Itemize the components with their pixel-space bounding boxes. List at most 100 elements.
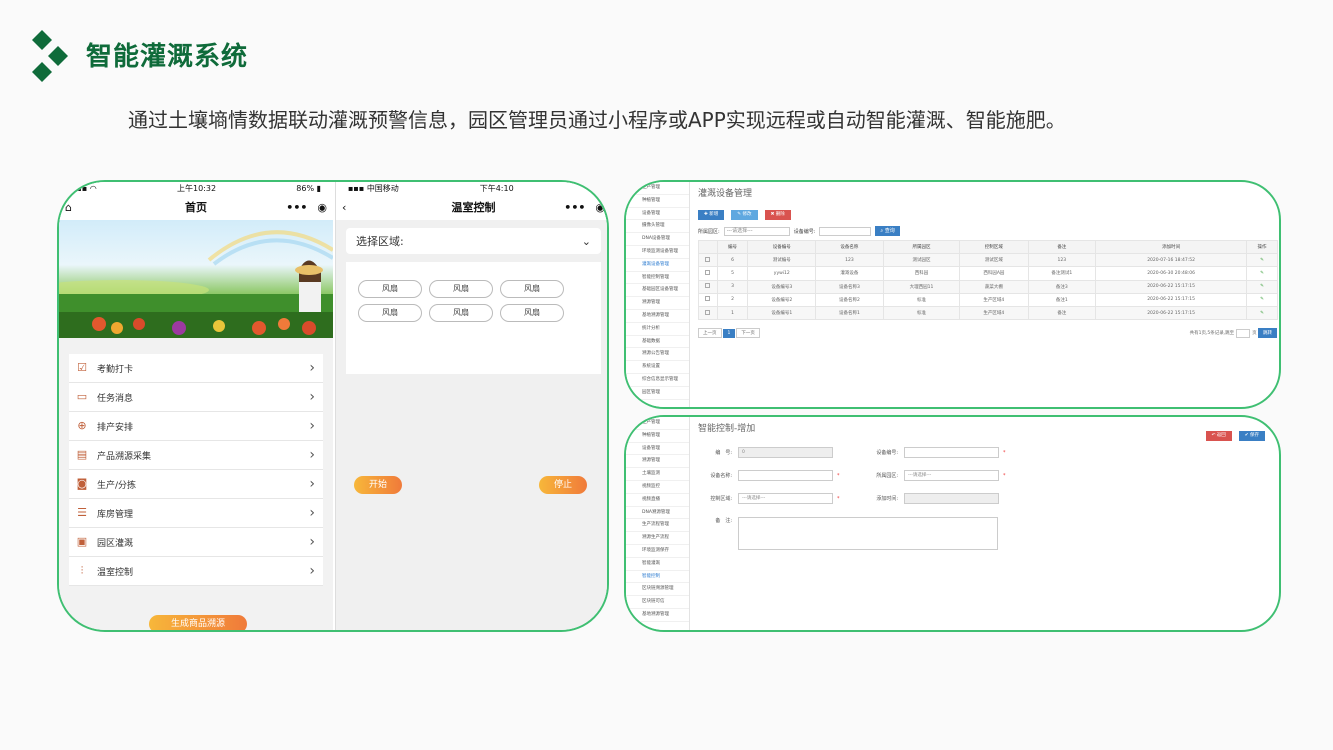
fan-toggle[interactable]: 风扇 bbox=[358, 280, 422, 298]
start-button[interactable]: 开始 bbox=[354, 476, 402, 494]
delete-button[interactable]: ✖ 删除 bbox=[764, 210, 791, 220]
note-textarea[interactable] bbox=[738, 517, 998, 550]
park-select[interactable]: ---请选择--- bbox=[904, 470, 999, 481]
sidebar-item[interactable]: 溯源公告管理 bbox=[626, 348, 689, 362]
sidebar-item[interactable]: 视频直播 bbox=[626, 494, 689, 507]
edit-button[interactable]: ✎ 修改 bbox=[731, 210, 758, 220]
prev-page-button[interactable]: 上一页 bbox=[698, 328, 722, 339]
sidebar-item[interactable]: 溯源管理 bbox=[626, 455, 689, 469]
page-1-button[interactable]: 1 bbox=[722, 329, 736, 339]
target-icon[interactable]: ◉ bbox=[317, 201, 327, 214]
checkbox-icon[interactable] bbox=[705, 269, 711, 275]
sidebar-item[interactable]: 综合信息显示管理 bbox=[626, 374, 689, 387]
menu-item-trace-collect[interactable]: ▤ 产品溯源采集 › bbox=[69, 441, 323, 470]
fan-toggle[interactable]: 风扇 bbox=[500, 280, 564, 298]
add-button[interactable]: ✚ 新增 bbox=[698, 210, 725, 220]
fan-toggle[interactable]: 风扇 bbox=[500, 304, 564, 322]
sidebar-item[interactable]: 系统设置 bbox=[626, 361, 689, 374]
table-row[interactable]: 3 设备编号3 设备名称3 大理西园11 蔬菜大棚 备注3 2020-06-22 15:17… bbox=[698, 279, 1278, 294]
edit-action[interactable]: ✎ bbox=[1246, 305, 1278, 321]
sidebar-item[interactable]: DNA设备管理 bbox=[626, 233, 689, 246]
fan-toggle[interactable]: 风扇 bbox=[429, 304, 493, 322]
search-button[interactable]: ⌕ 查询 bbox=[875, 226, 900, 236]
menu-item-irrigation[interactable]: ▣ 园区灌溉 › bbox=[69, 528, 323, 557]
edit-action[interactable]: ✎ bbox=[1246, 266, 1278, 281]
sidebar-item[interactable]: 种植管理 bbox=[626, 195, 689, 208]
sidebar-item[interactable]: 智能灌溉 bbox=[626, 558, 689, 571]
checkbox-icon[interactable] bbox=[705, 256, 711, 262]
edit-action[interactable]: ✎ bbox=[1246, 253, 1278, 268]
save-button[interactable]: ✔ 保存 bbox=[1238, 431, 1265, 441]
menu-item-greenhouse[interactable]: ⫶ 温室控制 › bbox=[69, 557, 323, 586]
fan-toggle[interactable]: 风扇 bbox=[358, 304, 422, 322]
table-row[interactable]: 6 测试编号 123 测试园区 测试区域 123 2020-07-16 18:47:52 ✎ bbox=[698, 253, 1278, 268]
more-icon[interactable]: ••• bbox=[564, 201, 585, 214]
home-icon[interactable]: ⌂ bbox=[65, 201, 72, 214]
target-icon[interactable]: ◉ bbox=[595, 201, 605, 214]
table-row[interactable]: 1 设备编号1 设备名称1 标准 生产区域4 备注 2020-06-22 15:17:15 ✎ bbox=[698, 305, 1278, 321]
next-page-button[interactable]: 下一页 bbox=[736, 328, 760, 339]
sidebar-item[interactable]: 区块链可信 bbox=[626, 596, 689, 609]
sidebar-item[interactable]: 生产管理 bbox=[626, 417, 689, 430]
menu-item-warehouse[interactable]: ☰ 库房管理 › bbox=[69, 499, 323, 528]
device-name-input[interactable] bbox=[738, 470, 833, 481]
table-row[interactable]: 2 设备编号2 设备名称2 标准 生产区域4 备注1 2020-06-22 15:17:15… bbox=[698, 292, 1278, 307]
pencil-icon[interactable]: ✎ bbox=[1260, 284, 1264, 289]
pencil-icon[interactable]: ✎ bbox=[1260, 271, 1264, 276]
park-filter-select[interactable]: ---请选择--- bbox=[723, 226, 790, 236]
checkbox-icon[interactable] bbox=[705, 309, 711, 315]
pencil-icon[interactable]: ✎ bbox=[1260, 297, 1264, 302]
row-checkbox[interactable] bbox=[698, 305, 718, 321]
sidebar-item[interactable]: 环境监测保存 bbox=[626, 545, 689, 558]
area-select[interactable]: 选择区域: ⌄ bbox=[346, 228, 601, 254]
generate-trace-button[interactable]: 生成商品溯源 bbox=[149, 615, 247, 630]
edit-action[interactable]: ✎ bbox=[1246, 279, 1278, 294]
sidebar-item[interactable]: DNA溯源管理 bbox=[626, 507, 689, 520]
menu-item-schedule[interactable]: ⊕ 排产安排 › bbox=[69, 412, 323, 441]
sidebar-item[interactable]: 设备管理 bbox=[626, 443, 689, 456]
row-checkbox[interactable] bbox=[698, 253, 718, 268]
sidebar-item[interactable]: 园区管理 bbox=[626, 387, 689, 400]
sidebar-item[interactable]: 摄像头管理 bbox=[626, 220, 689, 234]
pencil-icon[interactable]: ✎ bbox=[1260, 258, 1264, 263]
pencil-icon[interactable]: ✎ bbox=[1260, 311, 1264, 316]
code-filter-input[interactable] bbox=[819, 226, 872, 236]
sidebar-item[interactable]: 智能控制管理 bbox=[626, 272, 689, 285]
jump-page-input[interactable] bbox=[1235, 329, 1250, 339]
sidebar-item[interactable]: 种植管理 bbox=[626, 430, 689, 443]
sidebar-item[interactable]: 溯源管理 bbox=[626, 297, 689, 310]
sidebar-item[interactable]: 基础数据 bbox=[626, 336, 689, 349]
menu-item-production[interactable]: ◙ 生产/分拣 › bbox=[69, 470, 323, 499]
sidebar-item[interactable]: 溯源生产流程 bbox=[626, 532, 689, 545]
sidebar-item[interactable]: 视频监控 bbox=[626, 481, 689, 494]
sidebar-item[interactable]: 环境监测设备管理 bbox=[626, 246, 689, 259]
sidebar-item[interactable]: 土壤监测 bbox=[626, 468, 689, 481]
row-checkbox[interactable] bbox=[698, 266, 718, 281]
checkbox-icon[interactable] bbox=[705, 283, 711, 289]
fan-toggle[interactable]: 风扇 bbox=[429, 280, 493, 298]
sidebar-item[interactable]: 统计分析 bbox=[626, 323, 689, 336]
sidebar-item[interactable]: 智能控制 bbox=[626, 571, 689, 584]
stop-button[interactable]: 停止 bbox=[539, 476, 587, 494]
menu-item-tasks[interactable]: ▭ 任务消息 › bbox=[69, 383, 323, 412]
sidebar-item[interactable]: 设备管理 bbox=[626, 208, 689, 221]
sidebar-item[interactable]: 基础园区设备管理 bbox=[626, 284, 689, 298]
jump-button[interactable]: 跳转 bbox=[1258, 328, 1277, 339]
row-checkbox[interactable] bbox=[698, 279, 718, 294]
sidebar-item[interactable]: 基地溯源管理 bbox=[626, 609, 689, 622]
checkbox-icon[interactable] bbox=[705, 296, 711, 302]
back-arrow-icon[interactable]: ‹ bbox=[342, 201, 346, 214]
sidebar-item[interactable]: 生产管理 bbox=[626, 182, 689, 195]
edit-action[interactable]: ✎ bbox=[1246, 292, 1278, 307]
sidebar-item[interactable]: 基地溯源管理 bbox=[626, 310, 689, 323]
back-button[interactable]: ↶ 返回 bbox=[1205, 431, 1232, 441]
sidebar-item[interactable]: 生产流程管理 bbox=[626, 519, 689, 533]
row-checkbox[interactable] bbox=[698, 292, 718, 307]
sidebar-item[interactable]: 灌溉设备管理 bbox=[626, 259, 689, 272]
table-row[interactable]: 5 yywi12 灌溉设备 西科园 西科园A园 备注测试1 2020-06-30 20:48… bbox=[698, 266, 1278, 281]
device-code-input[interactable] bbox=[904, 447, 999, 458]
sidebar-item[interactable]: 区块链溯源管理 bbox=[626, 583, 689, 597]
area-select[interactable]: ---请选择--- bbox=[738, 493, 833, 504]
more-icon[interactable]: ••• bbox=[286, 201, 307, 214]
menu-item-attendance[interactable]: ☑ 考勤打卡 › bbox=[69, 354, 323, 383]
